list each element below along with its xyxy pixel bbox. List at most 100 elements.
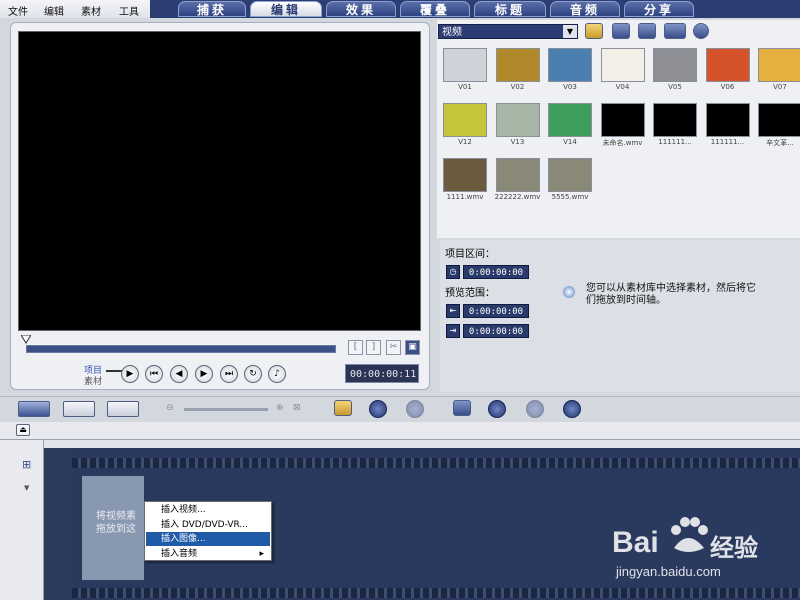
track-manager-icon[interactable]: ⊞	[22, 458, 31, 471]
fullscreen-icon[interactable]: ▣	[405, 340, 420, 355]
expand-icon[interactable]	[693, 23, 709, 39]
context-menu-item[interactable]: 插入音频 ▸	[146, 547, 270, 561]
timecode-display[interactable]: 00:00:00:11	[345, 364, 419, 383]
zoom-slider[interactable]	[184, 408, 268, 411]
library-thumbnail[interactable]: V07	[756, 48, 800, 94]
context-menu-item[interactable]: 插入图像...	[146, 532, 270, 546]
thumbnail-image	[443, 158, 487, 192]
home-icon[interactable]: ⏮	[145, 365, 163, 383]
context-menu-item-label: 插入图像...	[161, 534, 206, 544]
chevron-down-icon[interactable]: ▼	[24, 484, 29, 492]
thumbnail-image	[443, 103, 487, 137]
info-bulb-icon	[563, 286, 575, 298]
library-thumbnail[interactable]: V01	[441, 48, 489, 94]
render-icon[interactable]	[563, 400, 581, 418]
repeat-icon[interactable]: ↻	[244, 365, 262, 383]
thumbnail-label: V06	[720, 83, 735, 91]
next-frame-icon[interactable]: ▶	[195, 365, 213, 383]
folder-icon[interactable]	[585, 23, 603, 39]
library-thumbnail[interactable]: 未命名.wmv	[599, 103, 647, 149]
end-icon[interactable]: ⏭	[220, 365, 238, 383]
library-manager-icon[interactable]	[638, 23, 656, 39]
zoom-in-icon[interactable]: ⊕	[276, 403, 284, 413]
watermark-url: jingyan.baidu.com	[616, 564, 721, 579]
thumbnail-image	[548, 158, 592, 192]
range-end-icon: ⇥	[446, 324, 460, 338]
tab-capture[interactable]: 捕获	[178, 1, 246, 17]
library-thumbnail[interactable]: 5555.wmv	[546, 158, 594, 204]
library-thumbnail[interactable]: V02	[494, 48, 542, 94]
library-thumbnail[interactable]: 1111.wmv	[441, 158, 489, 204]
play-icon[interactable]: ▶	[121, 365, 139, 383]
library-thumbnail[interactable]: 111111...	[704, 103, 752, 149]
preview-end-value: 0:00:00:00	[463, 324, 529, 338]
library-thumbnail[interactable]: V06	[704, 48, 752, 94]
mark-in-button[interactable]: [	[348, 340, 363, 355]
watermark-brand-cn: 经验	[710, 534, 758, 562]
tab-audio[interactable]: 音频	[550, 1, 620, 17]
library-thumbnail[interactable]: V05	[651, 48, 699, 94]
library-thumbnail[interactable]: V03	[546, 48, 594, 94]
volume-icon[interactable]: ♪	[268, 365, 286, 383]
tab-overlay[interactable]: 覆叠	[400, 1, 470, 17]
mark-out-button[interactable]: ]	[366, 340, 381, 355]
undo-icon[interactable]	[369, 400, 387, 418]
library-thumbnail[interactable]: V13	[494, 103, 542, 149]
library-thumbnail[interactable]: V12	[441, 103, 489, 149]
thumbnail-label: 222222.wmv	[494, 193, 541, 201]
menu-clip[interactable]: 素材	[81, 3, 101, 18]
menu-tools[interactable]: 工具	[119, 3, 139, 18]
timeline-ruler[interactable]	[44, 440, 800, 448]
thumbnail-image	[495, 48, 540, 82]
mode-clip-label[interactable]: 素材	[82, 374, 102, 387]
thumbnail-label: 1111.wmv	[446, 193, 484, 201]
dropzone-text-line2: 拖放到这	[96, 524, 136, 535]
timeline-view-icon[interactable]	[63, 401, 95, 417]
eject-icon[interactable]: ⏏	[16, 424, 30, 436]
scene-detect-icon[interactable]	[453, 400, 471, 416]
library-category-value: 视频	[442, 27, 462, 38]
tab-title[interactable]: 标题	[474, 1, 546, 17]
scrub-bar[interactable]	[26, 345, 336, 353]
thumbnail-image	[548, 103, 592, 137]
thumbnail-label: V02	[510, 83, 525, 91]
film-perforation-top	[72, 458, 800, 468]
import-icon[interactable]	[612, 23, 630, 39]
clip-drop-zone[interactable]: 将视频素 拖放到这	[82, 476, 144, 580]
audio-view-icon[interactable]	[107, 401, 139, 417]
preview-start-value: 0:00:00:00	[463, 304, 529, 318]
previous-frame-icon[interactable]: ◀	[170, 365, 188, 383]
library-category-select[interactable]: 视频 ▼	[438, 24, 578, 39]
effect-icon[interactable]	[526, 400, 544, 418]
step-tabs: 捕获 编辑 效果 覆叠 标题 音频 分享	[150, 0, 800, 18]
tab-edit[interactable]: 编辑	[250, 1, 322, 17]
track-sidebar: ⊞ ▼	[0, 440, 44, 600]
mode-switch[interactable]	[106, 370, 122, 372]
library-thumbnail[interactable]: V04	[599, 48, 647, 94]
thumbnail-label: V12	[458, 138, 472, 146]
library-thumbnail[interactable]: 111111...	[651, 103, 699, 149]
context-menu-item[interactable]: 插入视频...	[146, 503, 270, 517]
insert-media-icon[interactable]	[334, 400, 352, 416]
storyboard-view-icon[interactable]	[18, 401, 50, 417]
thumbnail-image	[758, 103, 800, 137]
sort-icon[interactable]	[664, 23, 686, 39]
library-thumbnail[interactable]: V14	[546, 103, 594, 149]
thumbnail-label: V13	[510, 138, 525, 146]
fit-window-icon[interactable]: ⊠	[293, 403, 301, 413]
jog-slider-icon[interactable]	[21, 335, 31, 344]
redo-icon[interactable]	[406, 400, 424, 418]
menu-file[interactable]: 文件	[8, 3, 28, 18]
tab-effect[interactable]: 效果	[326, 1, 396, 17]
context-menu-item[interactable]: 插入 DVD/DVD-VR...	[146, 518, 270, 532]
thumbnail-label: 111111...	[658, 138, 692, 146]
cut-clip-icon[interactable]: ✂	[386, 340, 401, 355]
thumbnail-label: 5555.wmv	[551, 193, 589, 201]
menu-edit[interactable]: 编辑	[44, 3, 64, 18]
library-thumbnail[interactable]: 222222.wmv	[494, 158, 542, 204]
properties-icon[interactable]	[488, 400, 506, 418]
library-thumbnail[interactable]: 辛文革...	[756, 103, 800, 149]
zoom-out-icon[interactable]: ⊖	[166, 403, 174, 413]
thumbnail-label: V07	[773, 83, 787, 91]
tab-share[interactable]: 分享	[624, 1, 694, 17]
